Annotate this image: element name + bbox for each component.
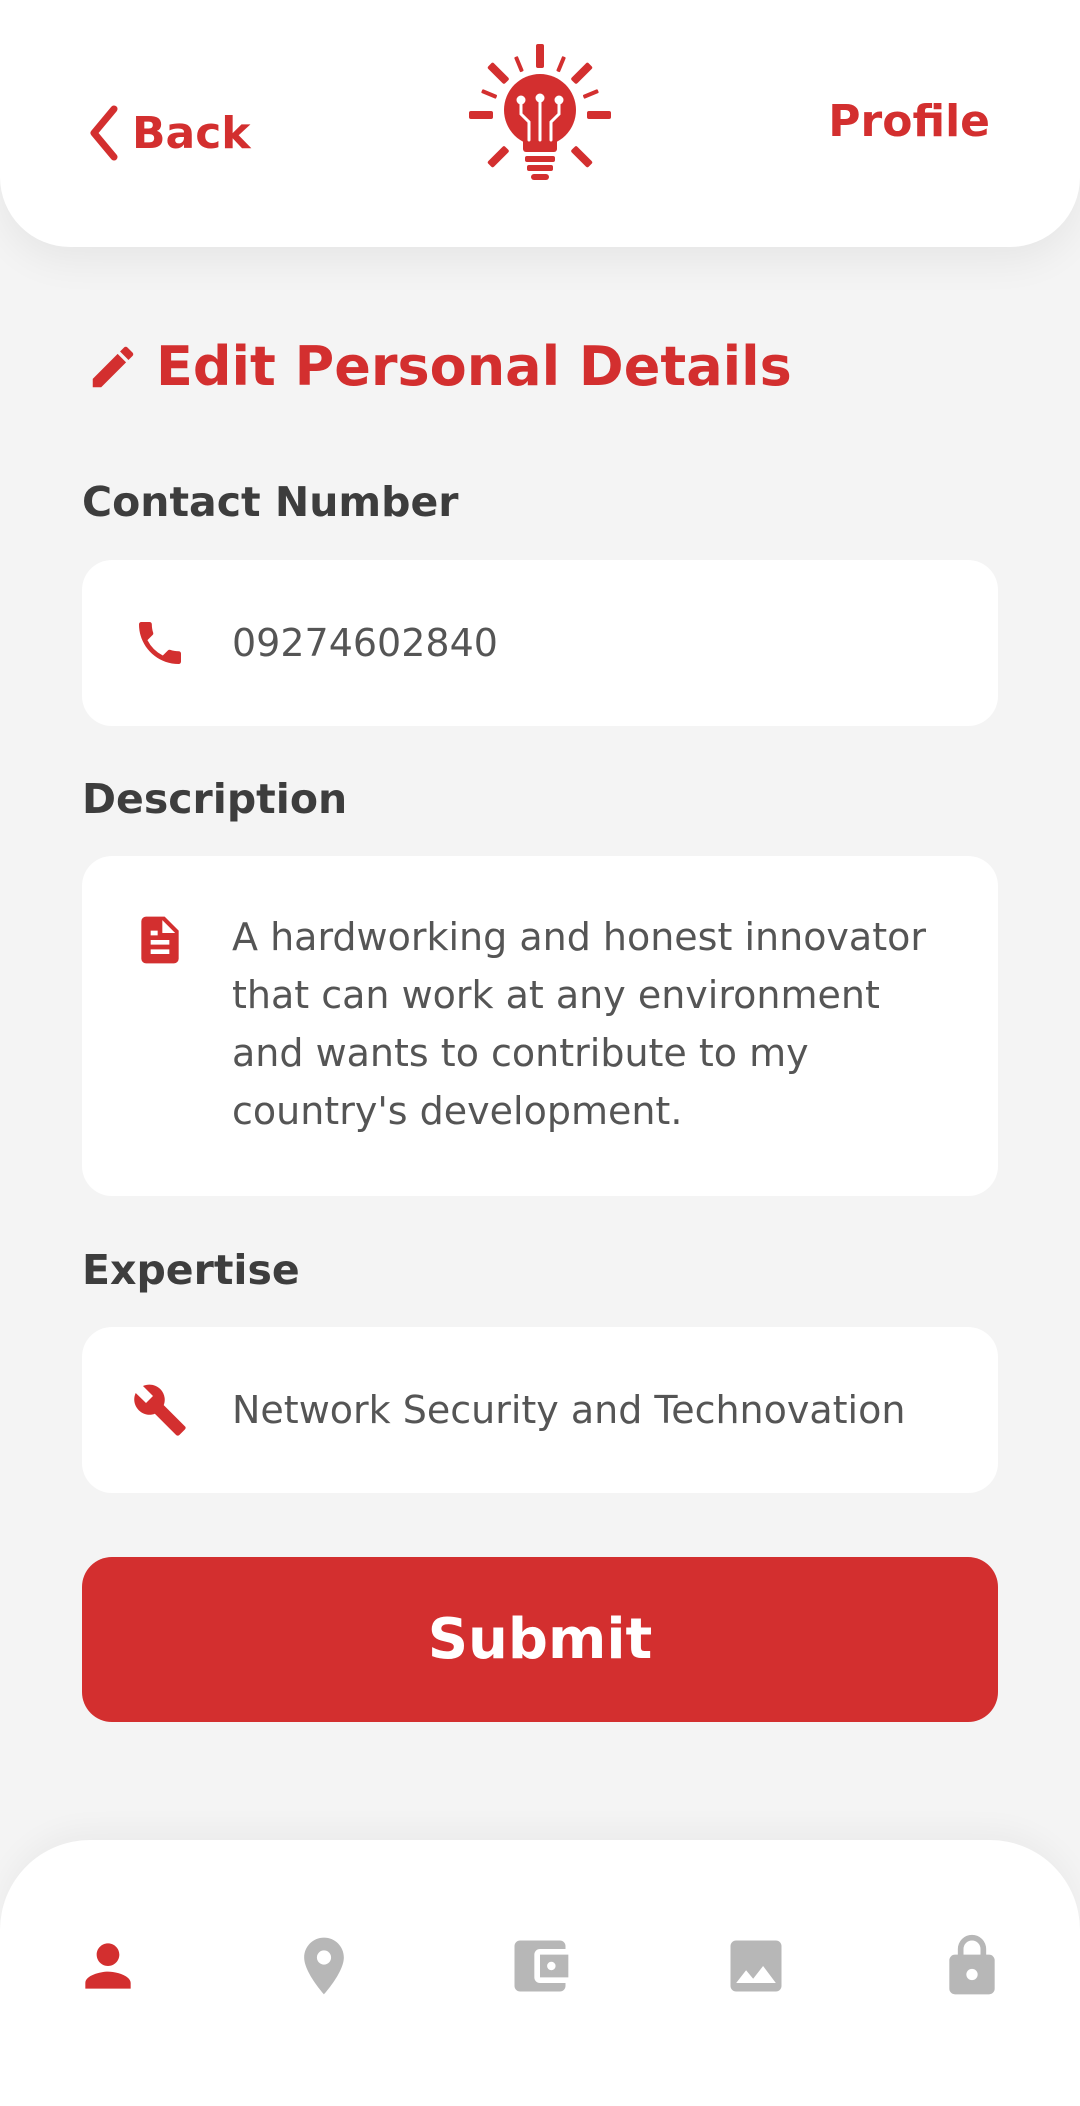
top-header: Back Profile [0,0,1080,247]
description-line: country's development. [232,1089,683,1133]
nav-wallet[interactable] [500,1926,580,2006]
pencil-icon [92,346,134,387]
wrench-icon [134,1384,186,1436]
page-title: Edit Personal Details [86,335,792,398]
description-label: Description [82,775,348,823]
chevron-left-icon [90,105,118,161]
back-button[interactable]: Back [86,103,251,163]
expertise-value: Network Security and Technovation [232,1388,906,1432]
lock-icon [949,1934,995,1995]
description-line: A hardworking and honest innovator [232,915,926,959]
description-line: that can work at any environment [232,973,880,1017]
submit-label: Submit [427,1607,653,1672]
lightbulb-sun-logo [469,44,611,180]
contact-number-field[interactable]: 09274602840 [82,560,998,726]
profile-link[interactable]: Profile [828,96,990,147]
page-title-text: Edit Personal Details [156,335,792,398]
phone-icon [139,622,181,664]
image-icon [730,1940,782,1992]
contact-number-value: 09274602840 [232,621,498,665]
description-field[interactable]: A hardworking and honest innovator that … [82,856,998,1196]
expertise-label: Expertise [82,1246,300,1294]
nav-gallery[interactable] [716,1926,796,2006]
description-value: A hardworking and honest innovator that … [232,908,958,1140]
submit-button[interactable]: Submit [82,1557,998,1722]
wallet-icon [514,1940,569,1992]
location-pin-icon [304,1937,344,1995]
nav-location[interactable] [284,1926,364,2006]
expertise-field[interactable]: Network Security and Technovation [82,1327,998,1493]
contact-number-label: Contact Number [82,478,459,526]
back-label: Back [132,107,251,159]
person-icon [85,1943,131,1989]
nav-profile[interactable] [68,1926,148,2006]
description-line: and wants to contribute to my [232,1031,809,1075]
document-icon [141,916,179,964]
nav-security[interactable] [932,1926,1012,2006]
